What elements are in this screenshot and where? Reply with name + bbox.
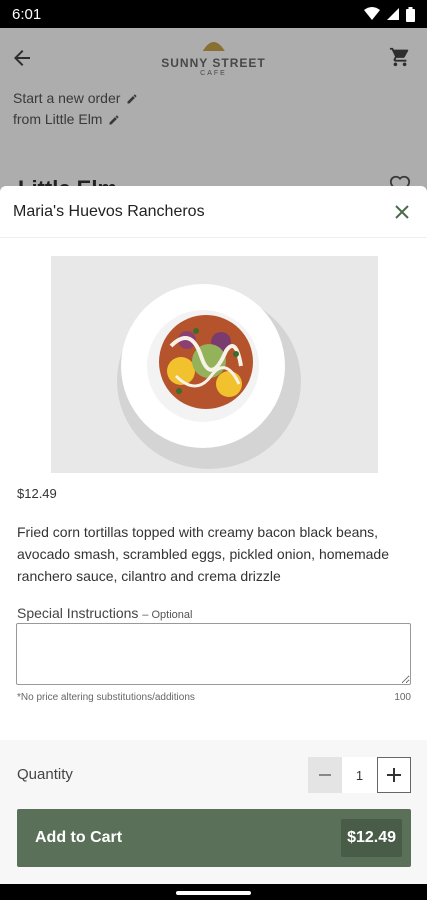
- add-to-cart-price: $12.49: [341, 819, 402, 857]
- item-description: Fried corn tortillas topped with creamy …: [17, 524, 389, 584]
- substitution-note: *No price altering substitutions/additio…: [17, 692, 195, 703]
- quantity-value: 1: [342, 757, 377, 793]
- special-instructions-input[interactable]: [16, 623, 411, 685]
- status-icons: [364, 6, 415, 22]
- optional-tag: – Optional: [142, 609, 193, 621]
- item-detail-sheet: Maria's Huevos Rancheros $12.49 Fried co…: [0, 186, 427, 884]
- wifi-icon: [364, 7, 380, 20]
- char-count: 100: [394, 692, 411, 703]
- close-icon: [395, 204, 409, 219]
- status-bar: 6:01: [0, 0, 427, 28]
- special-instructions-label: Special Instructions – Optional: [17, 605, 192, 621]
- quantity-stepper: 1: [308, 757, 411, 793]
- bottom-action-area: Quantity 1 Add to Cart $12.49: [0, 740, 427, 884]
- navigation-bar: [0, 884, 427, 900]
- quantity-decrement-button[interactable]: [308, 757, 342, 793]
- item-title: Maria's Huevos Rancheros: [13, 202, 205, 220]
- sheet-header: Maria's Huevos Rancheros: [0, 186, 427, 238]
- add-to-cart-button[interactable]: Add to Cart $12.49: [17, 809, 411, 867]
- item-price: $12.49: [17, 486, 57, 501]
- close-button[interactable]: [390, 200, 414, 224]
- quantity-increment-button[interactable]: [377, 757, 411, 793]
- status-time: 6:01: [12, 5, 42, 23]
- plus-icon: [387, 768, 401, 782]
- signal-icon: [387, 8, 399, 20]
- food-image: [51, 256, 378, 473]
- quantity-label: Quantity: [17, 766, 73, 783]
- add-to-cart-label: Add to Cart: [35, 829, 123, 846]
- minus-icon: [319, 774, 331, 776]
- plate-illustration: [51, 256, 378, 473]
- home-gesture-handle[interactable]: [176, 891, 251, 895]
- battery-icon: [406, 6, 415, 22]
- special-instructions-label-text: Special Instructions: [17, 605, 139, 621]
